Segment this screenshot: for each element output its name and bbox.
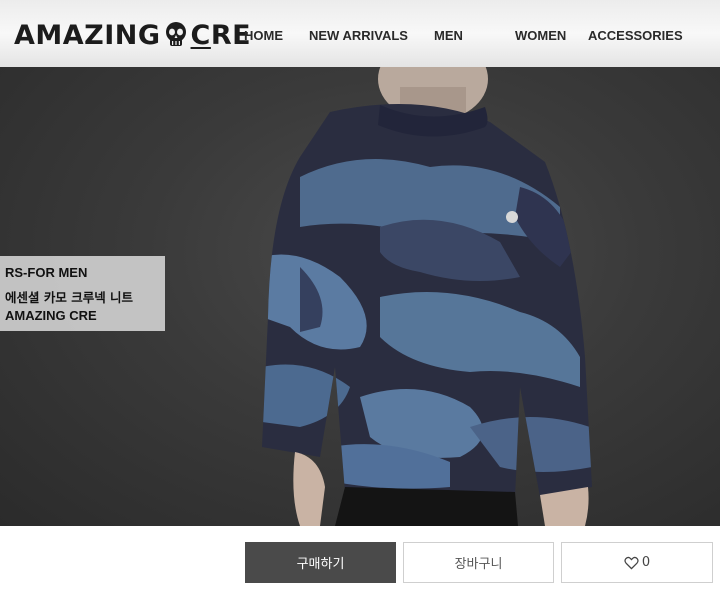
like-button[interactable]: 0 <box>561 542 713 583</box>
nav-home[interactable]: HOME <box>244 28 283 43</box>
heart-icon <box>624 556 639 570</box>
like-count: 0 <box>641 555 651 570</box>
product-caption: RS-FOR MEN 에센셜 카모 크루넥 니트 AMAZING CRE <box>0 256 165 331</box>
brand-logo[interactable]: AMAZING C RE <box>14 18 251 52</box>
site-header: AMAZING C RE HOME NEW ARRIVALS MEN WOMEN … <box>0 0 720 68</box>
product-line: RS-FOR MEN <box>5 265 88 280</box>
brand-logo-text: AMAZING <box>14 19 161 51</box>
cart-button[interactable]: 장바구니 <box>403 542 554 583</box>
product-brand: AMAZING CRE <box>5 308 97 323</box>
skull-icon <box>165 22 186 46</box>
nav-men[interactable]: MEN <box>434 28 463 43</box>
nav-women[interactable]: WOMEN <box>515 28 566 43</box>
nav-new-arrivals[interactable]: NEW ARRIVALS <box>309 28 408 43</box>
buy-button[interactable]: 구매하기 <box>245 542 396 583</box>
product-name: 에센셜 카모 크루넥 니트 <box>5 290 134 305</box>
nav-accessories[interactable]: ACCESSORIES <box>588 28 683 43</box>
brand-logo-c: C <box>190 19 211 51</box>
